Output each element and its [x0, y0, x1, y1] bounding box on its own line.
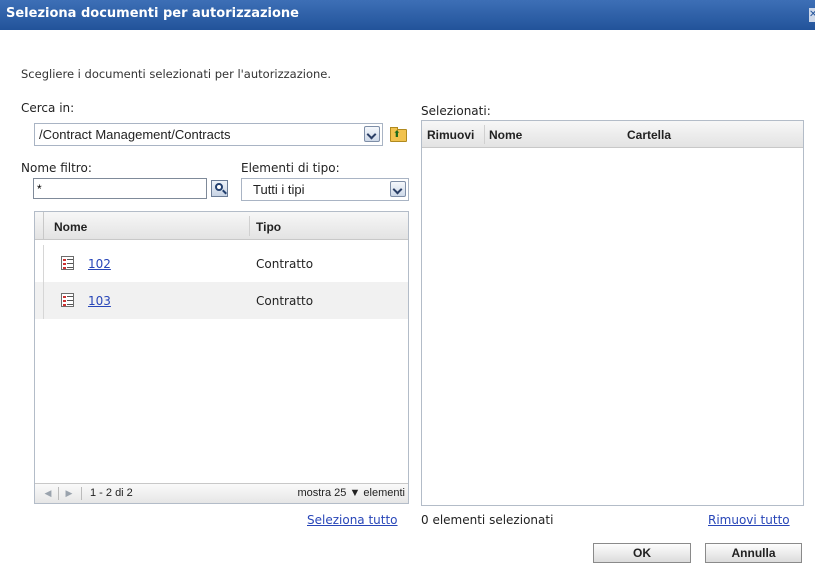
list-pager: ◀ ▶ 1 - 2 di 2 mostra 25 ▼ elementi	[35, 483, 408, 503]
document-link[interactable]: 102	[88, 257, 111, 271]
document-type: Contratto	[256, 294, 314, 308]
page-size-control: mostra 25 ▼ elementi	[297, 487, 405, 499]
ok-button[interactable]: OK	[593, 543, 691, 563]
dialog-title-bar: Seleziona documenti per autorizzazione ✕	[0, 0, 815, 30]
caret-down-icon: ▼	[349, 487, 361, 499]
page-size-prefix: mostra	[297, 487, 332, 499]
pager-divider	[81, 487, 82, 500]
previous-page-icon[interactable]: ◀	[41, 486, 55, 500]
row-gutter	[35, 282, 44, 319]
header-separator	[484, 125, 485, 144]
search-path-select[interactable]: /Contract Management/Contracts	[34, 123, 383, 146]
search-icon-handle	[222, 189, 227, 195]
type-filter-value: Tutti i tipi	[253, 182, 305, 197]
instruction-text: Scegliere i documenti selezionati per l'…	[21, 67, 332, 81]
document-type: Contratto	[256, 257, 314, 271]
selected-count: 0 elementi selezionati	[421, 513, 554, 527]
selected-list: Rimuovi Nome Cartella	[421, 120, 804, 506]
close-icon[interactable]: ✕	[809, 8, 815, 22]
dialog-title: Seleziona documenti per autorizzazione	[6, 6, 300, 21]
chevron-down-icon[interactable]	[390, 181, 406, 197]
next-page-icon[interactable]: ▶	[62, 486, 76, 500]
column-header-name[interactable]: Nome	[489, 128, 522, 142]
search-button[interactable]	[211, 180, 228, 197]
type-filter-select[interactable]: Tutti i tipi	[241, 178, 409, 201]
header-gutter	[35, 212, 44, 239]
page-size-select[interactable]: 25 ▼	[334, 487, 360, 499]
table-row[interactable]: 102 Contratto	[35, 245, 408, 282]
type-filter-label: Elementi di tipo:	[241, 161, 340, 175]
column-header-folder[interactable]: Cartella	[627, 128, 671, 142]
page-size-value: 25	[334, 487, 347, 499]
filter-name-input-box[interactable]	[33, 178, 207, 199]
search-path-value: /Contract Management/Contracts	[39, 127, 231, 142]
row-gutter	[35, 245, 44, 282]
document-list-header: Nome Tipo	[35, 212, 408, 240]
selected-list-header: Rimuovi Nome Cartella	[422, 121, 803, 148]
folder-up-icon[interactable]: ⬆	[389, 126, 407, 142]
filter-name-label: Nome filtro:	[21, 161, 92, 175]
column-header-type[interactable]: Tipo	[256, 220, 281, 234]
document-list: Nome Tipo 102 Contratto 103 Contratto ◀ …	[34, 211, 409, 504]
column-header-remove[interactable]: Rimuovi	[427, 128, 474, 142]
pager-divider	[58, 487, 59, 500]
search-in-label: Cerca in:	[21, 101, 75, 115]
selected-label: Selezionati:	[421, 104, 491, 118]
filter-name-input[interactable]	[34, 179, 206, 198]
column-header-name[interactable]: Nome	[54, 220, 87, 234]
pager-range: 1 - 2 di 2	[90, 487, 133, 499]
chevron-down-icon[interactable]	[364, 126, 380, 142]
select-all-link[interactable]: Seleziona tutto	[307, 513, 398, 527]
remove-all-link[interactable]: Rimuovi tutto	[708, 513, 790, 527]
document-link[interactable]: 103	[88, 294, 111, 308]
cancel-button[interactable]: Annulla	[705, 543, 802, 563]
page-size-suffix: elementi	[363, 487, 405, 499]
table-row[interactable]: 103 Contratto	[35, 282, 408, 319]
contract-document-icon	[61, 256, 74, 270]
header-separator	[249, 216, 250, 236]
contract-document-icon	[61, 293, 74, 307]
